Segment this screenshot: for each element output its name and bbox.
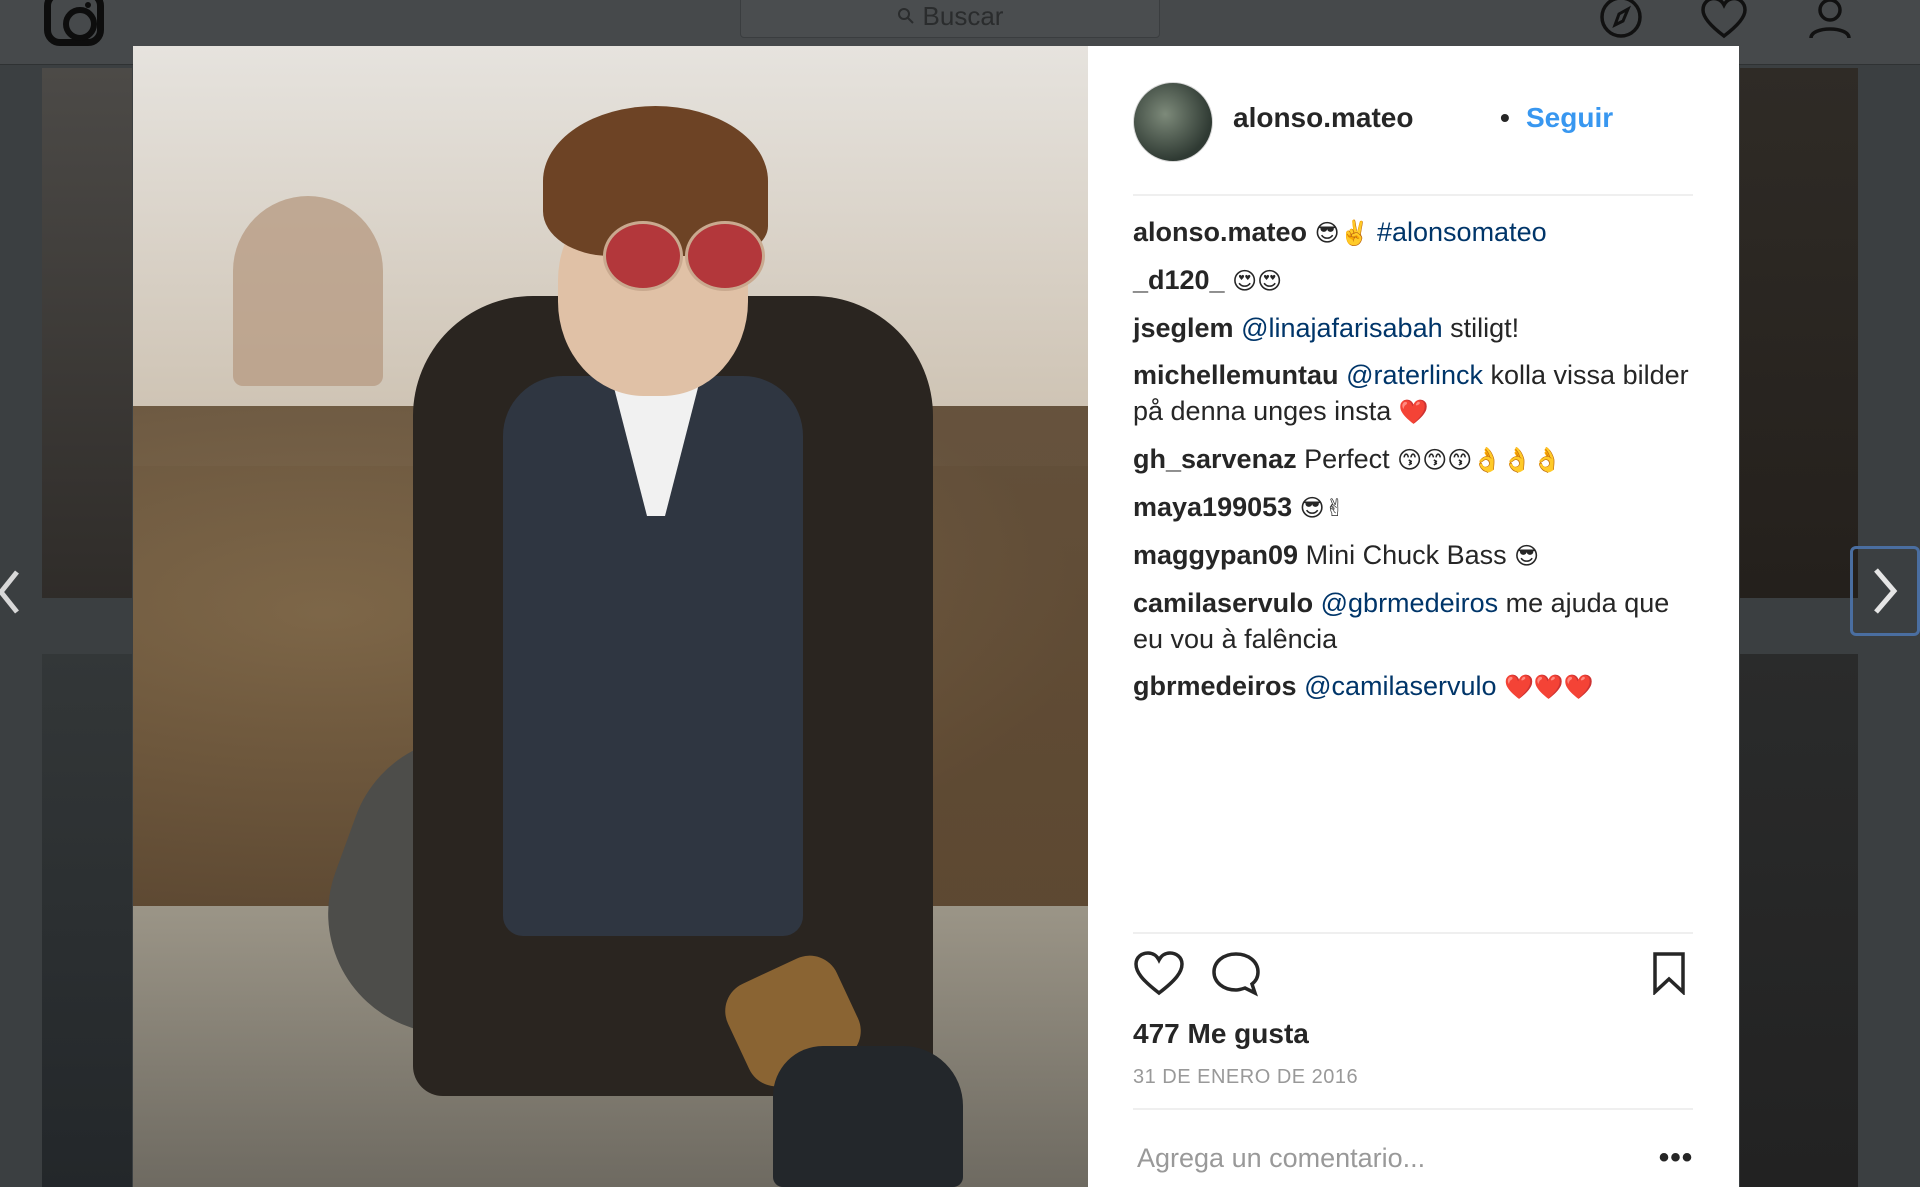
chevron-left-icon[interactable] <box>0 565 24 619</box>
comment-bubble-icon[interactable] <box>1211 951 1261 1002</box>
author-username[interactable]: alonso.mateo <box>1233 102 1413 134</box>
post-modal: alonso.mateo • Seguir alonso.mateo 😎✌️ #… <box>133 46 1739 1187</box>
comment-item: camilaservulo @gbrmedeiros me ajuda que … <box>1133 585 1693 657</box>
comment-item: michellemuntau @raterlinck kolla vissa b… <box>1133 357 1693 430</box>
comment-username[interactable]: gbrmedeiros <box>1133 671 1297 701</box>
profile-icon[interactable] <box>1808 0 1852 42</box>
comment-username[interactable]: gh_sarvenaz <box>1133 444 1297 474</box>
grid-thumbnail <box>42 654 132 1187</box>
action-bar <box>1133 951 1693 1011</box>
grid-thumbnail <box>1740 654 1858 1187</box>
comment-username[interactable]: maya199053 <box>1133 492 1292 522</box>
comment-emoji: 😎 <box>1514 542 1540 570</box>
comment-text: stiligt! <box>1450 313 1520 343</box>
add-comment-input[interactable] <box>1133 1138 1637 1178</box>
header-separator: • <box>1500 102 1510 133</box>
comment-item: gbrmedeiros @camilaservulo ❤️❤️❤️ <box>1133 668 1693 705</box>
post-photo[interactable] <box>133 46 1088 1187</box>
compass-icon[interactable] <box>1598 0 1644 42</box>
post-sidebar: alonso.mateo • Seguir alonso.mateo 😎✌️ #… <box>1088 46 1739 1187</box>
comment-username[interactable]: maggypan09 <box>1133 540 1298 570</box>
grid-thumbnail <box>1740 68 1858 598</box>
search-placeholder: Buscar <box>922 0 1004 31</box>
comment-username[interactable]: michellemuntau <box>1133 360 1339 390</box>
comment-text: Mini Chuck Bass <box>1305 540 1507 570</box>
comment-emoji: ❤️ <box>1398 398 1429 426</box>
comment-emoji: 😎✌️ <box>1314 219 1370 247</box>
comment-item: maggypan09 Mini Chuck Bass 😎 <box>1133 537 1693 574</box>
comment-username[interactable]: alonso.mateo <box>1133 217 1307 247</box>
comment-mention-link[interactable]: @raterlinck <box>1346 360 1483 390</box>
divider <box>1133 1108 1693 1110</box>
comment-username[interactable]: jseglem <box>1133 313 1234 343</box>
like-heart-icon[interactable] <box>1133 951 1185 1002</box>
comment-username[interactable]: camilaservulo <box>1133 588 1313 618</box>
search-input[interactable]: Buscar <box>740 0 1160 38</box>
comment-mention-link[interactable]: #alonsomateo <box>1377 217 1547 247</box>
comment-mention-link[interactable]: @gbrmedeiros <box>1321 588 1498 618</box>
comment-emoji: 😍😍 <box>1232 267 1283 295</box>
comments-list: alonso.mateo 😎✌️ #alonsomateo _d120_ 😍😍 js… <box>1133 214 1693 716</box>
comment-item: maya199053 😎✌ <box>1133 489 1693 526</box>
more-options-icon[interactable]: ••• <box>1656 1138 1696 1178</box>
comment-emoji: 😙😙😙👌👌👌 <box>1397 446 1562 474</box>
avatar[interactable] <box>1133 82 1213 162</box>
comment-mention-link[interactable]: @linajafarisabah <box>1241 313 1443 343</box>
comment-emoji: ❤️❤️❤️ <box>1504 673 1594 701</box>
comment-item: _d120_ 😍😍 <box>1133 262 1693 299</box>
follow-button[interactable]: Seguir <box>1526 102 1613 134</box>
divider <box>1133 932 1693 934</box>
divider <box>1133 194 1693 196</box>
comment-username[interactable]: _d120_ <box>1133 265 1225 295</box>
likes-count[interactable]: 477 Me gusta <box>1133 1018 1309 1050</box>
comment-item: gh_sarvenaz Perfect 😙😙😙👌👌👌 <box>1133 441 1693 478</box>
bookmark-icon[interactable] <box>1651 951 1687 1000</box>
search-icon <box>897 1 915 32</box>
instagram-logo-icon[interactable] <box>44 0 104 46</box>
comment-text: Perfect <box>1304 444 1390 474</box>
heart-icon[interactable] <box>1700 0 1748 40</box>
comment-emoji: 😎✌ <box>1299 494 1345 522</box>
post-date[interactable]: 31 DE ENERO DE 2016 <box>1133 1066 1358 1089</box>
post-header: alonso.mateo • Seguir <box>1088 46 1739 194</box>
comment-item: jseglem @linajafarisabah stiligt! <box>1133 310 1693 346</box>
comment-item: alonso.mateo 😎✌️ #alonsomateo <box>1133 214 1693 251</box>
comment-mention-link[interactable]: @camilaservulo <box>1304 671 1496 701</box>
chevron-right-icon[interactable] <box>1850 546 1920 636</box>
grid-thumbnail <box>42 68 132 598</box>
